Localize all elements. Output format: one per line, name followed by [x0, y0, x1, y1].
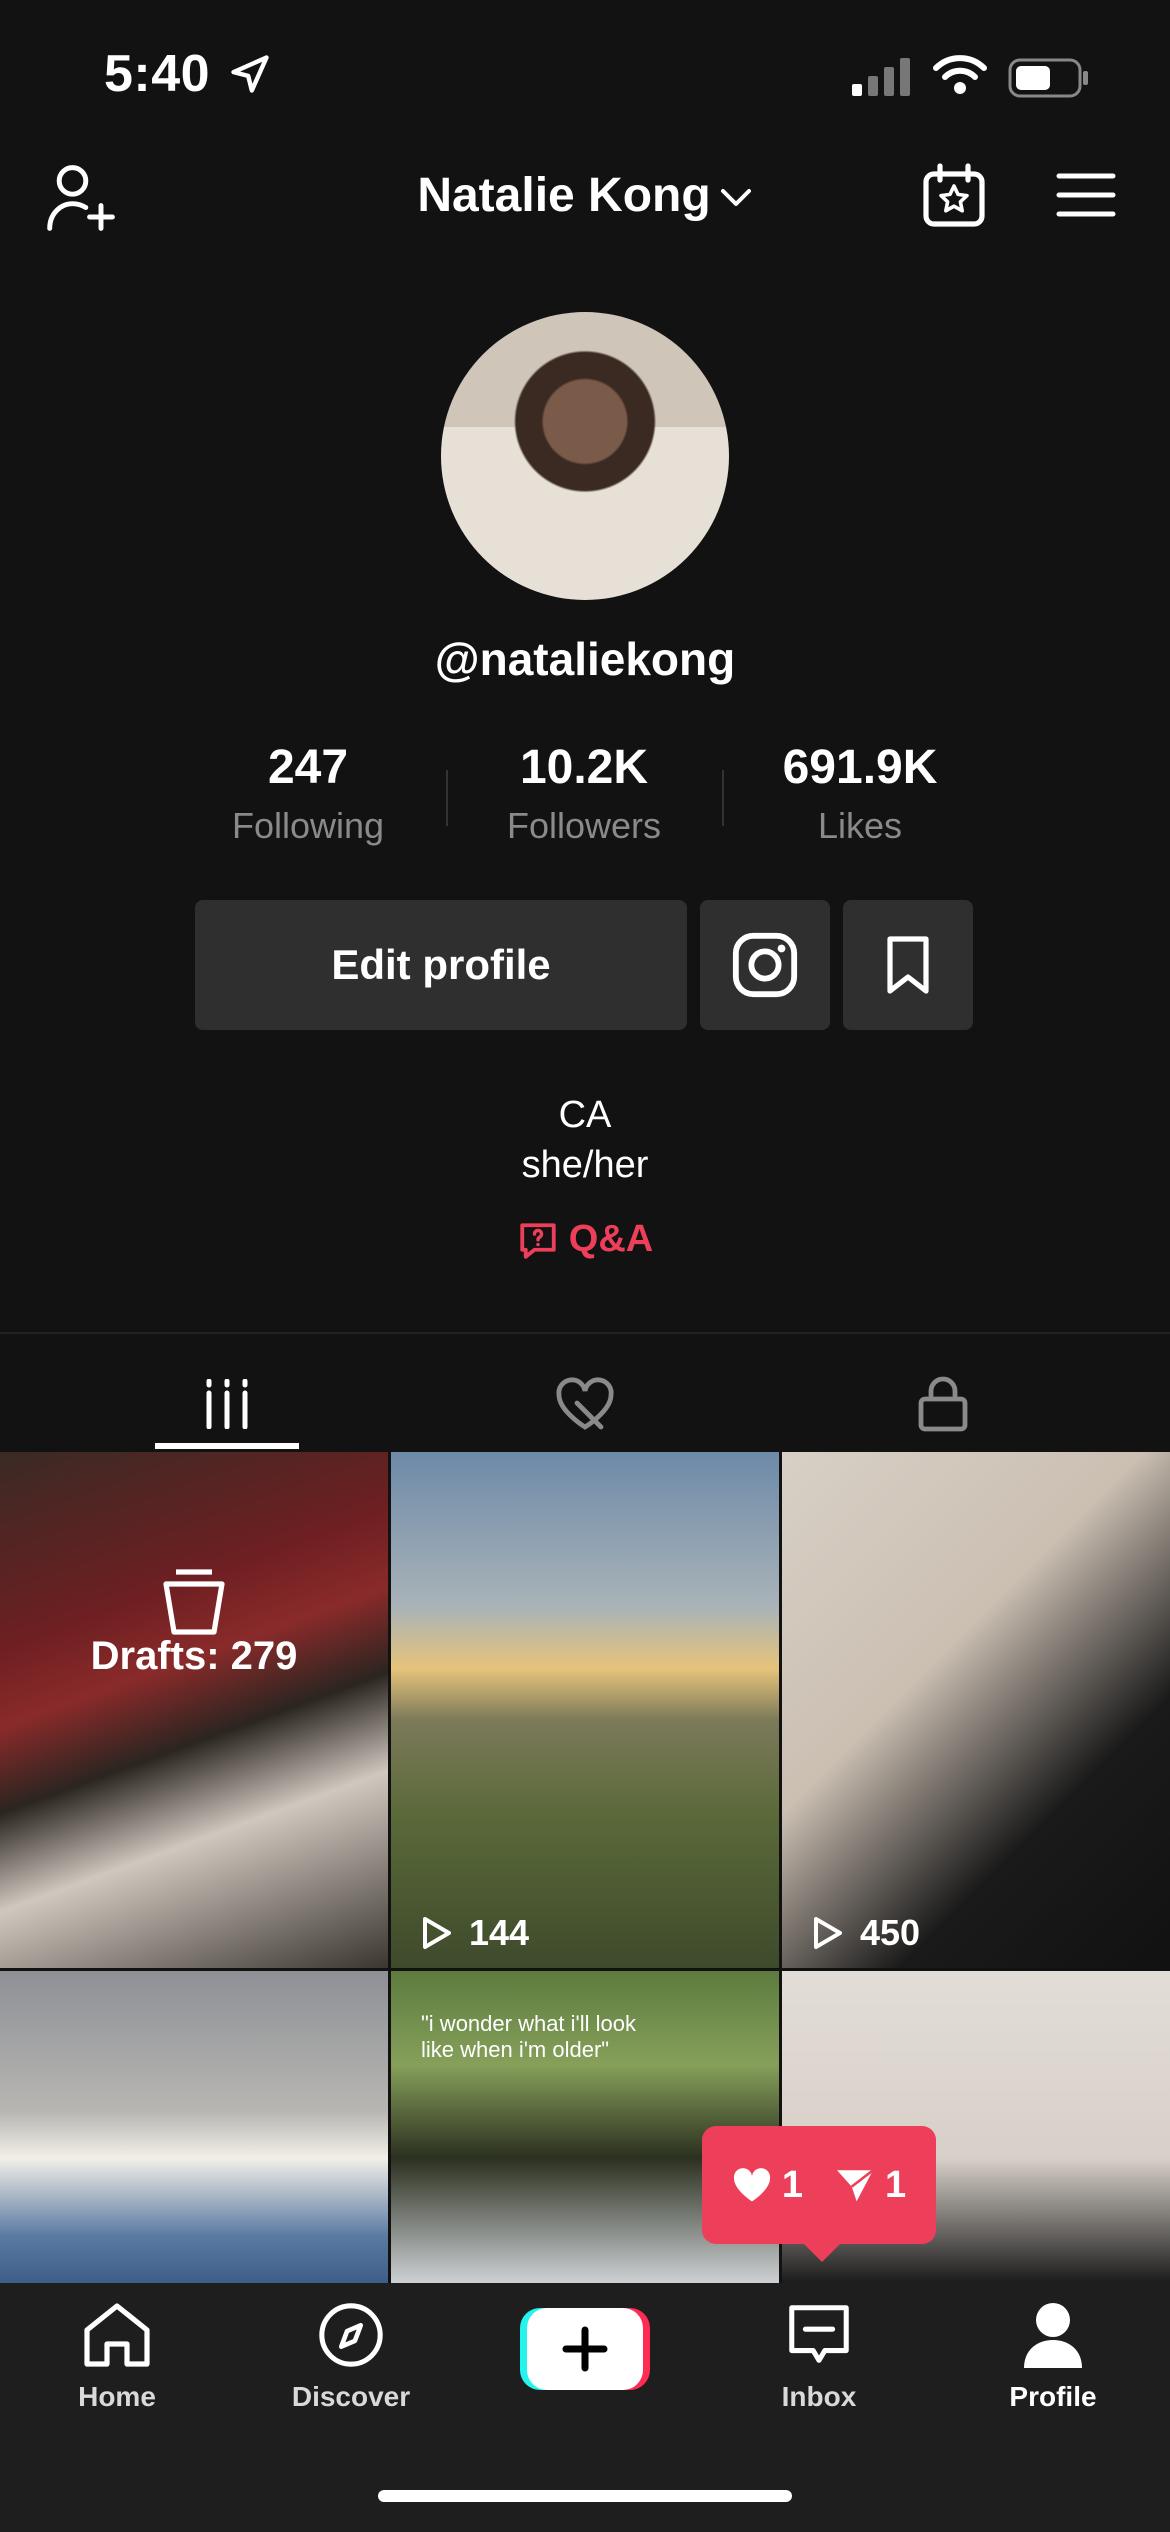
nav-label: Home [78, 2381, 156, 2412]
bio-line: CA [558, 1094, 612, 1136]
nav-label: Discover [291, 2381, 411, 2412]
video-tile[interactable]: 144 [391, 1452, 779, 1968]
tab-liked[interactable] [390, 1360, 780, 1448]
location-arrow-icon [231, 55, 269, 93]
stat-value: 247 [267, 741, 349, 794]
qa-label: Q&A [568, 1218, 654, 1260]
bookmark-icon [887, 936, 929, 994]
edit-profile-button[interactable]: Edit profile [195, 900, 687, 1030]
lock-icon [918, 1376, 968, 1432]
grid-lines-icon [206, 1379, 248, 1429]
stat-followers[interactable]: 10.2K Followers [454, 740, 714, 847]
stat-value: 10.2K [519, 741, 649, 794]
tab-videos[interactable] [32, 1360, 422, 1448]
video-tile[interactable]: 450 [782, 1452, 1170, 1968]
video-caption: "i wonder what i'll look like when i'm o… [421, 2011, 636, 2062]
drafts-box-icon [163, 1569, 225, 1635]
cellular-signal-icon [852, 58, 910, 96]
view-count: 450 [812, 1912, 920, 1954]
bio-line: she/her [521, 1144, 649, 1186]
view-count: 144 [421, 1912, 529, 1954]
heart-icon [733, 2168, 770, 2202]
qa-link[interactable]: Q&A [0, 1218, 1170, 1262]
create-button[interactable] [520, 2308, 650, 2390]
stat-likes[interactable]: 691.9K Likes [730, 740, 990, 847]
home-indicator [378, 2490, 792, 2502]
play-icon [423, 1917, 451, 1949]
tabs-divider [0, 1332, 1170, 1334]
tab-private[interactable] [748, 1360, 1138, 1448]
question-bubble-icon [520, 1223, 556, 1259]
active-tab-indicator [155, 1443, 299, 1449]
instagram-button[interactable] [700, 900, 830, 1030]
video-tile[interactable] [0, 1971, 388, 2283]
profile-name-dropdown[interactable]: Natalie Kong [0, 168, 1170, 223]
chevron-down-icon [720, 189, 751, 207]
view-count-value: 144 [469, 1912, 530, 1953]
favorites-button[interactable] [843, 900, 973, 1030]
stat-following[interactable]: 247 Following [178, 740, 438, 847]
stat-label: Following [231, 805, 385, 846]
drafts-label: Drafts: 279 [90, 1634, 298, 1678]
compass-icon [319, 2303, 383, 2367]
shares-notification: 1 [835, 2164, 906, 2207]
hamburger-menu-icon[interactable] [1056, 172, 1116, 218]
play-icon [814, 1917, 842, 1949]
person-icon [1024, 2303, 1082, 2368]
drafts-tile[interactable]: Drafts: 279 [0, 1452, 388, 1968]
nav-label: Inbox [781, 2381, 857, 2412]
likes-notification: 1 [732, 2164, 803, 2207]
notification-tail [800, 2240, 844, 2262]
avatar[interactable] [441, 312, 729, 600]
stat-divider [446, 770, 448, 826]
likes-count: 1 [781, 2163, 803, 2206]
shares-count: 1 [885, 2163, 907, 2206]
nav-discover[interactable]: Discover [234, 2300, 468, 2413]
profile-name: Natalie Kong [417, 169, 711, 222]
stat-label: Likes [817, 805, 903, 846]
inbox-icon [789, 2305, 849, 2363]
calendar-star-icon[interactable] [920, 162, 988, 230]
status-time: 5:40 [104, 45, 211, 103]
stat-label: Followers [506, 805, 662, 846]
nav-profile[interactable]: Profile [936, 2300, 1170, 2413]
view-count-value: 450 [860, 1912, 921, 1953]
nav-inbox[interactable]: Inbox [702, 2300, 936, 2413]
stat-value: 691.9K [782, 741, 938, 794]
profile-handle: @nataliekong [434, 633, 736, 685]
instagram-icon [732, 932, 798, 998]
hidden-heart-icon [556, 1377, 614, 1430]
activity-notification[interactable]: 1 1 [702, 2126, 936, 2244]
send-icon [837, 2169, 874, 2202]
nav-label: Profile [1009, 2381, 1097, 2412]
battery-icon [1008, 58, 1088, 98]
stat-divider [722, 770, 724, 826]
nav-home[interactable]: Home [0, 2300, 234, 2413]
home-icon [84, 2303, 150, 2367]
wifi-icon [933, 55, 987, 94]
